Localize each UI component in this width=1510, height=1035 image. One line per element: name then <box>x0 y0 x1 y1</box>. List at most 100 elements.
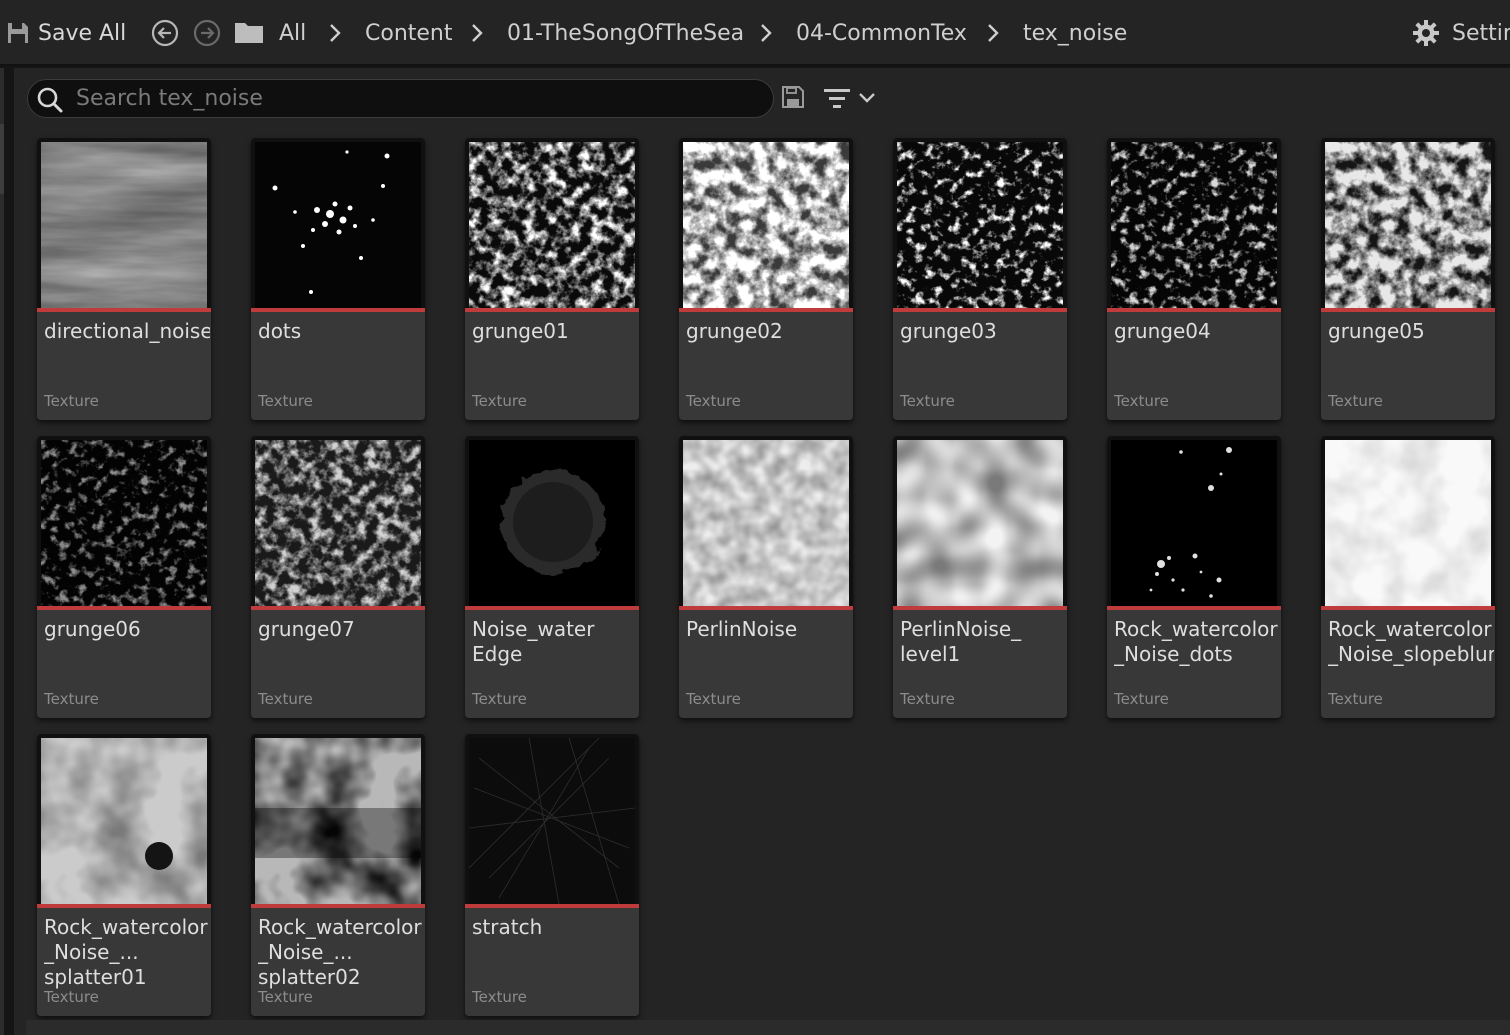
gear-icon <box>1413 20 1439 46</box>
asset-type-color-bar <box>465 606 639 610</box>
back-arrow-icon <box>151 19 179 47</box>
asset-type-label: Texture <box>686 690 741 708</box>
chevron-right-icon <box>472 24 483 42</box>
left-dock-strip <box>0 68 4 1035</box>
breadcrumb-all[interactable]: All <box>279 16 306 50</box>
texture-thumbnail <box>1111 142 1277 308</box>
search-icon <box>37 87 63 113</box>
asset-tile[interactable]: Rock_watercolor _Noise_slopeblur Texture <box>1321 436 1495 718</box>
asset-type-color-bar <box>679 606 853 610</box>
folder-icon <box>235 23 263 43</box>
forward-arrow-icon <box>193 19 221 47</box>
asset-tile[interactable]: grunge03 Texture <box>893 138 1067 420</box>
asset-type-color-bar <box>37 308 211 312</box>
asset-name: PerlinNoise <box>686 617 798 641</box>
settings-button[interactable]: Settin <box>1412 16 1510 50</box>
asset-tile[interactable]: grunge02 Texture <box>679 138 853 420</box>
asset-type-color-bar <box>465 308 639 312</box>
asset-tile[interactable]: grunge07 Texture <box>251 436 425 718</box>
asset-tile[interactable]: grunge04 Texture <box>1107 138 1281 420</box>
breadcrumb-separator[interactable] <box>758 21 774 45</box>
breadcrumb-tex-noise[interactable]: tex_noise <box>1023 16 1127 50</box>
breadcrumb-thesongofthesea[interactable]: 01-TheSongOfTheSea <box>507 16 744 50</box>
asset-tile[interactable]: grunge06 Texture <box>37 436 211 718</box>
search-input[interactable] <box>76 82 756 115</box>
folder-button[interactable] <box>234 20 264 44</box>
breadcrumb-separator[interactable] <box>985 21 1001 45</box>
texture-thumbnail <box>683 142 849 308</box>
asset-tile[interactable]: grunge01 Texture <box>465 138 639 420</box>
asset-name: Rock_watercolor _Noise_... splatter01 <box>44 915 208 989</box>
filter-button[interactable] <box>822 84 882 112</box>
asset-tile[interactable]: grunge05 Texture <box>1321 138 1495 420</box>
forward-button[interactable] <box>192 18 222 48</box>
texture-thumbnail <box>41 440 207 606</box>
save-search-button[interactable] <box>781 85 807 111</box>
horizontal-scrollbar[interactable] <box>26 1020 1510 1035</box>
asset-grid: directional_noise Texture dots Texture g… <box>37 138 1510 1028</box>
breadcrumb-separator[interactable] <box>469 21 485 45</box>
asset-type-color-bar <box>1107 606 1281 610</box>
asset-type-label: Texture <box>1328 392 1383 410</box>
asset-name: grunge02 <box>686 319 783 343</box>
asset-type-label: Texture <box>1114 690 1169 708</box>
asset-name: grunge06 <box>44 617 141 641</box>
asset-tile[interactable]: Rock_watercolor _Noise_dots Texture <box>1107 436 1281 718</box>
asset-tile[interactable]: stratch Texture <box>465 734 639 1016</box>
asset-name: Rock_watercolor _Noise_dots <box>1114 617 1278 666</box>
asset-tile[interactable]: PerlinNoise Texture <box>679 436 853 718</box>
texture-thumbnail <box>1325 440 1491 606</box>
asset-type-label: Texture <box>258 690 313 708</box>
asset-name: grunge01 <box>472 319 569 343</box>
breadcrumb-commontex[interactable]: 04-CommonTex <box>796 16 967 50</box>
save-all-button[interactable]: Save All <box>6 16 126 50</box>
asset-name: grunge07 <box>258 617 355 641</box>
asset-type-label: Texture <box>472 690 527 708</box>
breadcrumb-separator[interactable] <box>327 21 343 45</box>
asset-name: Noise_water Edge <box>472 617 595 666</box>
asset-name: directional_noise <box>44 319 210 343</box>
asset-tile[interactable]: directional_noise Texture <box>37 138 211 420</box>
asset-type-label: Texture <box>472 392 527 410</box>
asset-type-label: Texture <box>1328 690 1383 708</box>
texture-thumbnail <box>1111 440 1277 606</box>
asset-tile[interactable]: Noise_water Edge Texture <box>465 436 639 718</box>
asset-type-color-bar <box>37 904 211 908</box>
chevron-down-icon <box>859 93 875 103</box>
texture-thumbnail <box>255 440 421 606</box>
save-all-label: Save All <box>38 20 127 46</box>
asset-type-color-bar <box>1321 308 1495 312</box>
chevron-right-icon <box>330 24 341 42</box>
asset-type-color-bar <box>893 308 1067 312</box>
asset-type-label: Texture <box>258 392 313 410</box>
texture-thumbnail <box>41 142 207 308</box>
breadcrumb-content[interactable]: Content <box>365 16 453 50</box>
asset-type-color-bar <box>251 606 425 610</box>
asset-type-label: Texture <box>44 988 99 1006</box>
asset-name: grunge03 <box>900 319 997 343</box>
asset-type-color-bar <box>679 308 853 312</box>
asset-name: PerlinNoise_ level1 <box>900 617 1022 666</box>
asset-tile[interactable]: PerlinNoise_ level1 Texture <box>893 436 1067 718</box>
texture-thumbnail <box>469 440 635 606</box>
asset-name: Rock_watercolor _Noise_... splatter02 <box>258 915 422 989</box>
asset-type-color-bar <box>893 606 1067 610</box>
asset-tile[interactable]: Rock_watercolor _Noise_... splatter01 Te… <box>37 734 211 1016</box>
asset-name: grunge04 <box>1114 319 1211 343</box>
asset-type-label: Texture <box>686 392 741 410</box>
content-browser-toolbar: Save All All Content 01-TheSongOfTheSea … <box>0 0 1510 66</box>
texture-thumbnail <box>1325 142 1491 308</box>
asset-type-color-bar <box>465 904 639 908</box>
save-search-icon <box>782 86 804 108</box>
asset-type-label: Texture <box>900 690 955 708</box>
asset-tile[interactable]: Rock_watercolor _Noise_... splatter02 Te… <box>251 734 425 1016</box>
asset-type-color-bar <box>251 308 425 312</box>
asset-tile[interactable]: dots Texture <box>251 138 425 420</box>
texture-thumbnail <box>683 440 849 606</box>
asset-type-label: Texture <box>1114 392 1169 410</box>
save-icon <box>8 23 28 43</box>
back-button[interactable] <box>150 18 180 48</box>
settings-label: Settin <box>1452 20 1510 46</box>
asset-name: dots <box>258 319 302 343</box>
filter-icon <box>824 89 850 108</box>
